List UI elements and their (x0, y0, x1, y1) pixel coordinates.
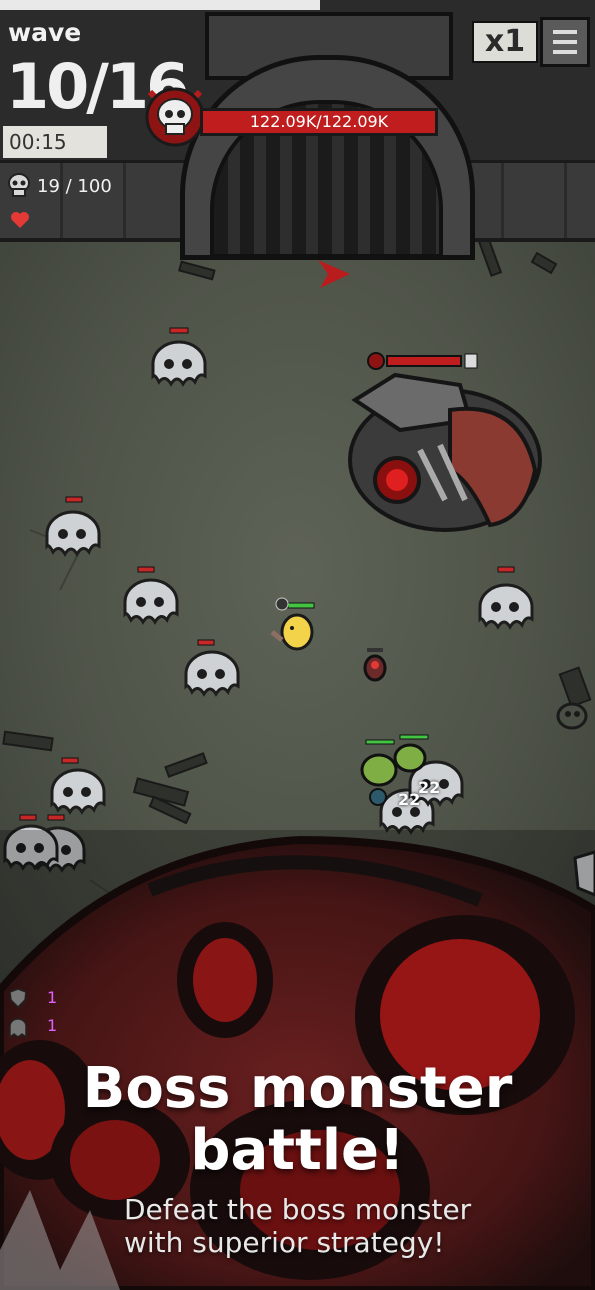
promo-subtitle-line: with superior strategy! (124, 1226, 445, 1259)
wave-timer: 00:15 (3, 126, 107, 158)
game-screen: wave 10/16 00:15 19 / 100 x1 122.09K/122… (0, 0, 595, 1290)
damage-number: 22 (398, 790, 421, 809)
menu-line (553, 40, 577, 44)
menu-button[interactable] (540, 17, 590, 67)
shield-icon (9, 988, 27, 1008)
kill-counter: 19 / 100 (37, 176, 112, 197)
promo-subtitle: Defeat the boss monster with superior st… (124, 1193, 594, 1259)
promo-title-line: Boss monster (82, 1056, 513, 1121)
ghost-icon (9, 1018, 27, 1038)
kill-skull-icon (8, 173, 30, 197)
heart-icon (11, 212, 29, 228)
damage-number: 22 (418, 778, 441, 797)
game-speed-button[interactable]: x1 (472, 21, 538, 63)
menu-line (553, 30, 577, 34)
promo-subtitle-line: Defeat the boss monster (124, 1193, 472, 1226)
promo-title-line: battle! (190, 1118, 405, 1183)
skill-count: 1 (47, 988, 58, 1007)
boss-hp-bar: 122.09K/122.09K (200, 108, 438, 136)
wave-label: wave (8, 18, 82, 47)
promo-title: Boss monster battle! (0, 1058, 595, 1182)
direction-arrow-icon (318, 260, 350, 288)
menu-line (553, 50, 577, 54)
skill-count: 1 (47, 1016, 58, 1035)
wave-progress-bar (0, 0, 320, 10)
